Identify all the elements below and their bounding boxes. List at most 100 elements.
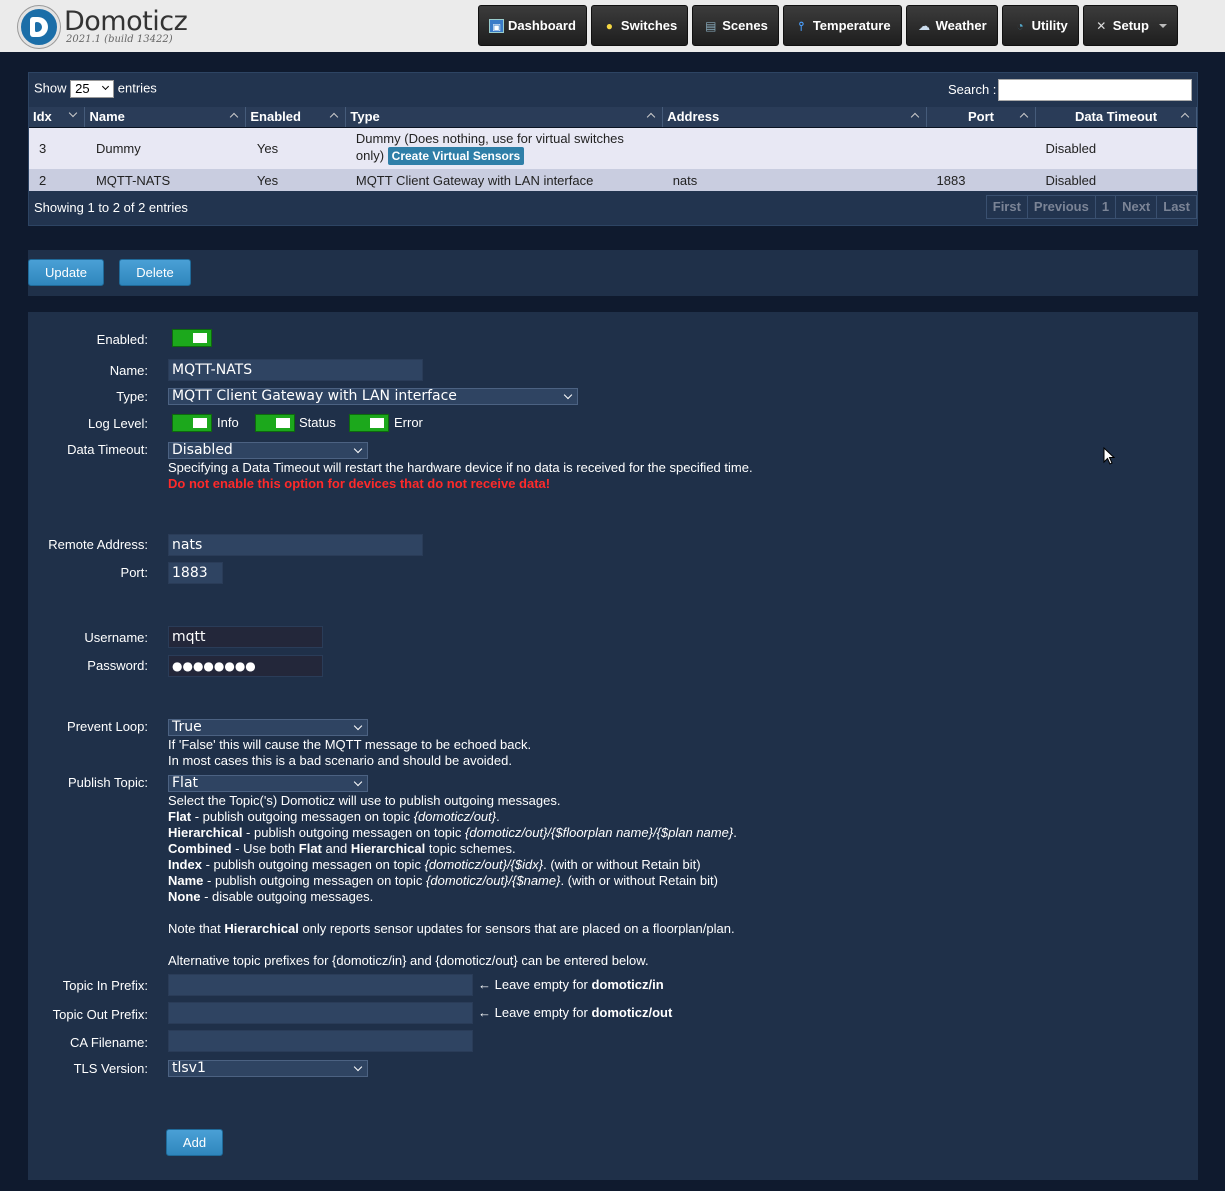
cell-idx: 3: [29, 127, 85, 169]
search-label: Search :: [948, 82, 997, 97]
chevron-down-icon: [353, 777, 363, 787]
table-row[interactable]: 3 Dummy Yes Dummy (Does nothing, use for…: [29, 127, 1197, 169]
publish-name-help: Name - publish outgoing messagen on topi…: [168, 873, 718, 888]
nav-label: Setup: [1112, 18, 1149, 33]
mouse-cursor-icon: [1103, 447, 1115, 465]
table-info: Showing 1 to 2 of 2 entries: [34, 200, 188, 215]
show-label: Show: [34, 80, 67, 96]
create-virtual-sensors-button[interactable]: Create Virtual Sensors: [387, 147, 525, 166]
hardware-table-panel: Show 25 entries Search : Idx Name Enable…: [28, 72, 1198, 226]
update-button[interactable]: Update: [28, 259, 104, 286]
log-info-toggle[interactable]: [172, 414, 212, 432]
delete-button[interactable]: Delete: [119, 259, 191, 286]
nav-temperature[interactable]: ⫯ Temperature: [782, 5, 902, 46]
chevron-down-icon: [353, 444, 363, 454]
domoticz-logo-icon[interactable]: [18, 6, 60, 48]
cell-name: MQTT-NATS: [84, 169, 246, 191]
alt-prefix-help: Alternative topic prefixes for {domoticz…: [168, 953, 649, 968]
log-status-label: Status: [299, 415, 336, 430]
hardware-form: Enabled: Name: MQTT-NATS Type: MQTT Clie…: [28, 312, 1198, 1180]
dashboard-icon: ▣: [489, 18, 504, 33]
ca-filename-input[interactable]: [168, 1030, 473, 1052]
tls-version-select[interactable]: tlsv1: [168, 1060, 368, 1077]
data-timeout-help: Specifying a Data Timeout will restart t…: [168, 460, 753, 475]
log-status-toggle[interactable]: [255, 414, 295, 432]
cell-data-timeout: Disabled: [1035, 127, 1197, 169]
column-header-type[interactable]: Type: [345, 107, 664, 128]
remote-address-input[interactable]: nats: [168, 534, 423, 556]
page-next[interactable]: Next: [1116, 196, 1158, 218]
nav-weather[interactable]: ☁ Weather: [905, 5, 998, 46]
chevron-down-icon: [353, 1062, 363, 1072]
page-last[interactable]: Last: [1157, 196, 1196, 218]
tools-icon: ✕: [1096, 18, 1107, 33]
column-header-port[interactable]: Port: [926, 107, 1036, 128]
nav-label: Weather: [935, 18, 987, 33]
name-input[interactable]: MQTT-NATS: [168, 359, 423, 381]
weather-icon: ☁: [918, 18, 931, 33]
cell-name: Dummy: [84, 127, 246, 169]
search-input[interactable]: [998, 79, 1192, 101]
hardware-table: Idx Name Enabled Type Address Port Data …: [29, 107, 1197, 191]
nav-label: Scenes: [722, 18, 768, 33]
cell-address: nats: [662, 169, 927, 191]
prevent-loop-help-2: In most cases this is a bad scenario and…: [168, 753, 512, 768]
type-select[interactable]: MQTT Client Gateway with LAN interface: [168, 388, 578, 405]
username-input[interactable]: mqtt: [168, 626, 323, 648]
sort-icon: [910, 112, 920, 122]
nav-switches[interactable]: ● Switches: [590, 5, 689, 46]
password-input[interactable]: ●●●●●●●●: [168, 655, 323, 677]
brand-name: Domoticz: [64, 6, 188, 37]
tls-version-label: TLS Version:: [73, 1061, 148, 1076]
column-header-idx[interactable]: Idx: [29, 107, 86, 128]
column-header-address[interactable]: Address: [662, 107, 928, 128]
topic-in-input[interactable]: [168, 974, 473, 996]
data-timeout-value: Disabled: [172, 442, 233, 458]
page-first[interactable]: First: [986, 196, 1028, 218]
nav-setup[interactable]: ✕ Setup: [1082, 5, 1178, 46]
publish-flat-help: Flat - publish outgoing messagen on topi…: [168, 809, 500, 824]
nav-utility[interactable]: ◔ Utility: [1001, 5, 1079, 46]
add-button[interactable]: Add: [166, 1129, 223, 1156]
entries-select[interactable]: 25: [70, 80, 115, 98]
cell-address: [662, 127, 927, 169]
enabled-toggle[interactable]: [172, 329, 212, 347]
prevent-loop-help-1: If 'False' this will cause the MQTT mess…: [168, 737, 532, 752]
table-controls: Show 25 entries Search :: [29, 73, 1197, 107]
nav-label: Switches: [620, 18, 678, 33]
column-header-name[interactable]: Name: [84, 107, 247, 128]
column-header-data-timeout[interactable]: Data Timeout: [1035, 107, 1197, 128]
page-1[interactable]: 1: [1095, 196, 1117, 218]
publish-topic-select[interactable]: Flat: [168, 775, 368, 792]
cell-type: MQTT Client Gateway with LAN interface: [345, 169, 663, 191]
port-input[interactable]: 1883: [168, 562, 223, 584]
log-error-toggle[interactable]: [349, 414, 389, 432]
clapper-icon: ▤: [705, 18, 717, 33]
port-label: Port:: [120, 565, 148, 580]
topic-in-hint: ← Leave empty for domoticz/in: [478, 977, 664, 992]
topic-in-label: Topic In Prefix:: [62, 978, 148, 993]
page-previous[interactable]: Previous: [1027, 196, 1096, 218]
table-row[interactable]: 2 MQTT-NATS Yes MQTT Client Gateway with…: [29, 169, 1197, 191]
main-nav: ▣ Dashboard ● Switches ▤ Scenes ⫯ Temperatur…: [478, 5, 1178, 46]
topic-out-input[interactable]: [168, 1002, 473, 1024]
nav-dashboard[interactable]: ▣ Dashboard: [478, 5, 587, 46]
action-bar: Update Delete: [28, 250, 1198, 296]
data-timeout-warning: Do not enable this option for devices th…: [168, 476, 551, 491]
column-header-enabled[interactable]: Enabled: [245, 107, 347, 128]
publish-hierarchical-help: Hierarchical - publish outgoing messagen…: [168, 825, 737, 840]
nav-label: Dashboard: [508, 18, 576, 33]
publish-none-help: None - disable outgoing messages.: [168, 889, 374, 904]
publish-combined-help: Combined - Use both Flat and Hierarchica…: [168, 841, 516, 856]
chevron-down-icon: [1158, 23, 1167, 28]
data-timeout-select[interactable]: Disabled: [168, 442, 368, 459]
table-footer: Showing 1 to 2 of 2 entries First Previo…: [29, 191, 1197, 225]
prevent-loop-select[interactable]: True: [168, 719, 368, 736]
prevent-loop-label: Prevent Loop:: [67, 719, 148, 734]
pagination: First Previous 1 Next Last: [985, 195, 1197, 219]
nav-scenes[interactable]: ▤ Scenes: [692, 5, 779, 46]
cell-idx: 2: [29, 169, 85, 191]
top-bar: Domoticz 2021.1 (build 13422) ▣ Dashboard…: [0, 0, 1225, 52]
publish-help: Select the Topic('s) Domoticz will use t…: [168, 793, 561, 808]
cell-type: Dummy (Does nothing, use for virtual swi…: [345, 127, 663, 169]
